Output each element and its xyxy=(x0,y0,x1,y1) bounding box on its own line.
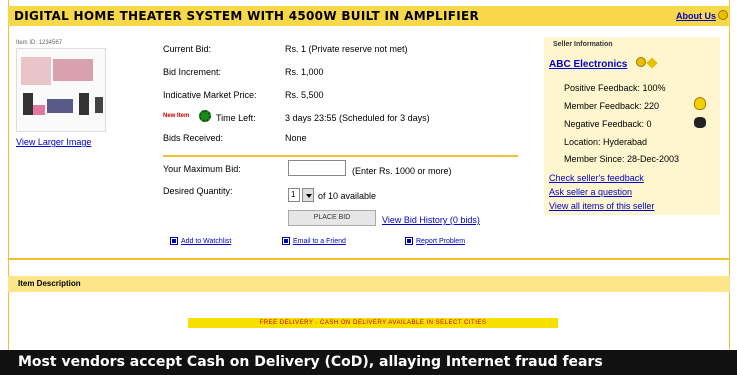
speaker-shape xyxy=(95,97,103,113)
new-item-badge: New Item xyxy=(163,113,190,119)
detail-label: Time Left: xyxy=(216,113,256,123)
seller-stat: Member Since: 28-Dec-2003 xyxy=(564,154,680,164)
thumb-shape xyxy=(53,59,93,81)
check-feedback-link[interactable]: Check seller's feedback xyxy=(549,173,644,183)
seller-name-link[interactable]: ABC Electronics xyxy=(549,59,627,70)
detail-value: Rs. 1 (Private reserve not met) xyxy=(285,44,408,54)
product-thumbnail[interactable] xyxy=(16,48,106,132)
view-larger-image-link[interactable]: View Larger Image xyxy=(16,137,91,147)
speaker-shape xyxy=(23,93,33,115)
chevron-down-icon[interactable] xyxy=(302,188,314,202)
caption-text: Most vendors accept Cash on Delivery (Co… xyxy=(18,354,603,370)
seller-stat: Member Feedback: 220 xyxy=(564,101,660,111)
detail-value: 3 days 23:55 (Scheduled for 3 days) xyxy=(285,113,430,123)
about-link[interactable]: About Us xyxy=(676,11,716,21)
item-title: DIGITAL HOME THEATER SYSTEM WITH 4500W B… xyxy=(14,9,480,23)
divider xyxy=(8,258,730,260)
checkbox-icon xyxy=(405,237,413,245)
seller-info-panel: Seller Information ABC Electronics Posit… xyxy=(544,37,720,215)
star-icon xyxy=(636,57,646,67)
detail-label: Bids Received: xyxy=(163,133,224,143)
amplifier-shape xyxy=(47,99,73,113)
divider xyxy=(163,155,518,157)
speaker-shape xyxy=(79,93,89,115)
action-link-label: Add to Watchlist xyxy=(181,237,232,245)
detail-value: None xyxy=(285,133,307,143)
email-friend-link[interactable]: Email to a Friend xyxy=(282,236,346,246)
bid-label: Your Maximum Bid: xyxy=(163,164,241,174)
view-bid-history-link[interactable]: View Bid History (0 bids) xyxy=(382,215,480,225)
checkbox-icon xyxy=(282,237,290,245)
clock-icon xyxy=(199,110,211,122)
thumb-shape xyxy=(21,57,51,85)
bulb-icon xyxy=(694,97,706,110)
seller-stat: Positive Feedback: 100% xyxy=(564,83,666,93)
detail-label: Current Bid: xyxy=(163,44,212,54)
qty-label: Desired Quantity: xyxy=(163,186,233,196)
caption-bar: Most vendors accept Cash on Delivery (Co… xyxy=(0,350,737,375)
detail-value: Rs. 1,000 xyxy=(285,67,324,77)
action-link-label: Report Problem xyxy=(416,237,466,245)
seller-heading: Seller Information xyxy=(553,41,613,48)
view-seller-items-link[interactable]: View all items of this seller xyxy=(549,201,654,211)
thumb-caption: Item ID: 1234567 xyxy=(16,40,63,46)
star-icon xyxy=(646,57,658,69)
report-problem-link[interactable]: Report Problem xyxy=(405,236,465,246)
shield-icon xyxy=(694,117,706,128)
info-icon[interactable] xyxy=(718,10,728,20)
description-title: Item Description xyxy=(18,279,81,288)
detail-label: Indicative Market Price: xyxy=(163,90,257,100)
qty-hint: of 10 available xyxy=(318,191,377,201)
seller-stat: Location: Hyderabad xyxy=(564,137,648,147)
add-to-watchlist-link[interactable]: Add to Watchlist xyxy=(170,236,231,246)
seller-stat: Negative Feedback: 0 xyxy=(564,119,652,129)
quantity-input[interactable]: 1 xyxy=(288,188,300,202)
bid-hint: (Enter Rs. 1000 or more) xyxy=(352,166,452,176)
description-bar: Item Description xyxy=(8,276,730,292)
place-bid-button[interactable]: PLACE BID xyxy=(288,210,376,226)
thumb-shape xyxy=(33,105,45,115)
detail-label: Bid Increment: xyxy=(163,67,222,77)
detail-value: Rs. 5,500 xyxy=(285,90,324,100)
max-bid-input[interactable] xyxy=(288,160,346,176)
title-bar: DIGITAL HOME THEATER SYSTEM WITH 4500W B… xyxy=(8,6,730,26)
action-link-label: Email to a Friend xyxy=(293,237,346,245)
checkbox-icon xyxy=(170,237,178,245)
ask-seller-link[interactable]: Ask seller a question xyxy=(549,187,632,197)
promo-strip: FREE DELIVERY · CASH ON DELIVERY AVAILAB… xyxy=(188,318,558,328)
